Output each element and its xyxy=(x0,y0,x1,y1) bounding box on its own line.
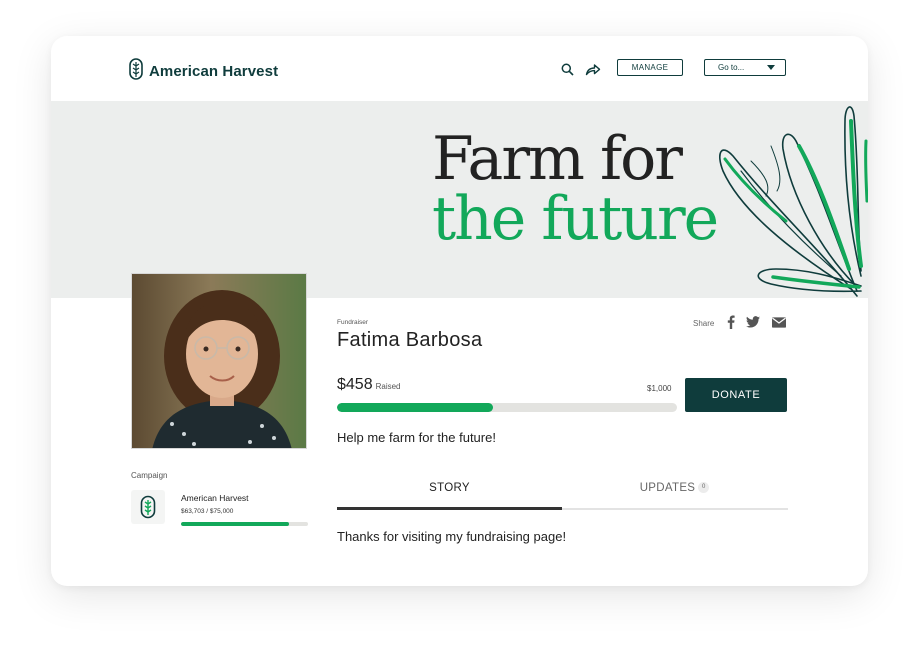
fundraising-page-card: American Harvest MANAGE Go to... Farm fo… xyxy=(51,36,868,586)
fundraiser-photo xyxy=(131,273,307,449)
story-text: Thanks for visiting my fundraising page! xyxy=(337,529,567,544)
goto-dropdown-label: Go to... xyxy=(718,63,745,72)
raised-value: $458 xyxy=(337,376,373,393)
fundraiser-name: Fatima Barbosa xyxy=(337,329,483,351)
facebook-icon[interactable] xyxy=(724,315,738,329)
wheat-logo-icon xyxy=(129,58,143,85)
raised-amount: $458 Raised xyxy=(337,376,401,394)
search-icon[interactable] xyxy=(558,60,576,78)
campaign-progress-fill xyxy=(181,522,289,526)
donate-button[interactable]: DONATE xyxy=(685,378,787,412)
campaign-name[interactable]: American Harvest xyxy=(181,493,249,503)
email-icon[interactable] xyxy=(772,315,786,329)
share-label: Share xyxy=(693,319,715,328)
tab-updates[interactable]: UPDATES 0 xyxy=(562,482,787,494)
fundraiser-label: Fundraiser xyxy=(337,319,369,326)
raised-label: Raised xyxy=(375,382,401,391)
brand-logo[interactable]: American Harvest xyxy=(129,58,278,85)
share-arrow-icon[interactable] xyxy=(584,60,602,78)
campaign-amount: $63,703 / $75,000 xyxy=(181,508,234,515)
tab-story[interactable]: STORY xyxy=(337,482,562,494)
tab-story-label: STORY xyxy=(429,482,470,494)
updates-count-badge: 0 xyxy=(698,482,710,494)
brand-name: American Harvest xyxy=(149,63,279,80)
fundraiser-progress-bar xyxy=(337,403,677,412)
chevron-down-icon xyxy=(767,65,775,70)
goto-dropdown[interactable]: Go to... xyxy=(704,59,786,76)
goal-amount: $1,000 xyxy=(647,384,672,393)
donate-button-label: DONATE xyxy=(711,389,761,401)
manage-button[interactable]: MANAGE xyxy=(617,59,683,76)
tab-active-indicator xyxy=(337,507,562,510)
tab-updates-label: UPDATES xyxy=(639,482,696,494)
manage-button-label: MANAGE xyxy=(631,63,669,72)
hero-title-line1: Farm for xyxy=(432,124,683,194)
fundraiser-progress-fill xyxy=(337,403,493,412)
leaf-illustration-icon xyxy=(719,106,868,297)
campaign-label: Campaign xyxy=(131,471,168,480)
campaign-progress-bar xyxy=(181,522,308,526)
campaign-logo-icon[interactable] xyxy=(131,490,165,524)
hero-banner: Farm for the future xyxy=(51,101,868,298)
twitter-icon[interactable] xyxy=(746,315,760,329)
hero-title-line2: the future xyxy=(432,184,719,254)
fundraiser-tagline: Help me farm for the future! xyxy=(337,430,496,445)
